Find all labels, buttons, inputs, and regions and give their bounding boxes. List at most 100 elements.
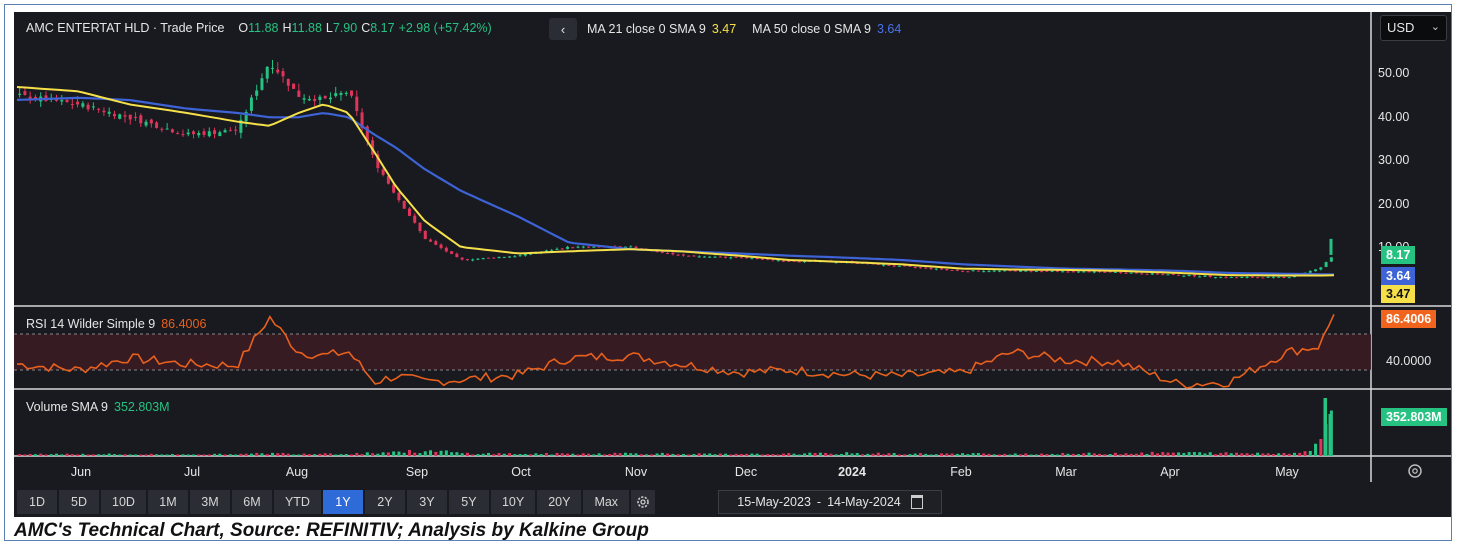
range-button-3y[interactable]: 3Y xyxy=(406,490,447,514)
currency-select[interactable]: USD ⌄ xyxy=(1380,15,1447,41)
candle-body xyxy=(492,257,496,259)
candle xyxy=(376,150,380,173)
candle xyxy=(1271,276,1275,279)
volume-bar xyxy=(118,454,122,456)
candle xyxy=(97,107,101,113)
price-axis: 50.00 40.00 30.00 20.00 10.00 xyxy=(1378,66,1409,254)
candle xyxy=(91,102,95,111)
candle xyxy=(1229,276,1233,279)
candle-body xyxy=(402,200,406,209)
ma21-tag-text: 3.47 xyxy=(1386,287,1411,301)
candle xyxy=(1213,276,1217,279)
candle-body xyxy=(1087,271,1091,273)
candle-body xyxy=(302,98,306,100)
volume-bar xyxy=(244,453,248,456)
volume-bar xyxy=(260,453,264,456)
range-button-max[interactable]: Max xyxy=(583,490,630,514)
volume-bar xyxy=(997,454,1001,456)
time-label-feb: Feb xyxy=(950,465,972,479)
range-button-6m[interactable]: 6M xyxy=(231,490,272,514)
range-button-1y[interactable]: 1Y xyxy=(322,490,363,514)
candle-body xyxy=(91,106,95,108)
candle xyxy=(924,267,928,269)
volume-bar xyxy=(286,453,290,456)
range-button-2y[interactable]: 2Y xyxy=(364,490,405,514)
volume-bar xyxy=(418,453,422,456)
candle xyxy=(328,92,332,104)
volume-bar xyxy=(713,454,717,456)
volume-bar xyxy=(808,452,812,456)
candle-body xyxy=(418,222,422,232)
range-button-5d[interactable]: 5D xyxy=(59,490,99,514)
candle-body xyxy=(1324,262,1328,267)
range-button-10d[interactable]: 10D xyxy=(101,490,146,514)
ma50-value: 3.64 xyxy=(876,22,902,36)
candle xyxy=(434,239,438,246)
volume-bar xyxy=(460,453,464,456)
candle xyxy=(1156,273,1160,275)
volume-bar xyxy=(350,454,354,456)
candle xyxy=(23,88,27,96)
volume-bar xyxy=(213,453,217,456)
volume-bar xyxy=(839,453,843,456)
low-value: 7.90 xyxy=(332,21,358,35)
ma21-line xyxy=(16,86,1335,277)
range-button-1d[interactable]: 1D xyxy=(17,490,57,514)
time-label-may: May xyxy=(1275,465,1299,479)
volume-bar xyxy=(818,452,822,456)
candle xyxy=(244,109,248,128)
ma21-tag: 3.47 xyxy=(1381,285,1416,303)
volume-bar xyxy=(897,454,901,456)
volume-bar xyxy=(70,454,74,456)
candle xyxy=(1198,275,1202,278)
candle-body xyxy=(134,116,138,118)
volume-bar xyxy=(439,450,443,456)
volume-bar xyxy=(128,454,132,456)
volume-bar xyxy=(766,454,770,456)
volume-bar xyxy=(534,453,538,456)
chevron-down-icon: ⌄ xyxy=(1430,21,1440,33)
collapse-legend-button[interactable]: ‹ xyxy=(549,18,577,40)
time-label-apr: Apr xyxy=(1160,465,1179,479)
volume-bar xyxy=(797,454,801,456)
range-button-10y[interactable]: 10Y xyxy=(490,490,536,514)
chart-svg[interactable]: 50.00 40.00 30.00 20.00 10.00 40.0000 Ju… xyxy=(14,12,1451,482)
candle-body xyxy=(729,257,733,259)
volume-bar xyxy=(760,454,764,456)
candle-body xyxy=(955,269,959,271)
candle-body xyxy=(1129,272,1133,274)
volume-bar xyxy=(1024,453,1028,456)
candle xyxy=(350,90,354,98)
range-button-ytd[interactable]: YTD xyxy=(273,490,321,514)
candle-body xyxy=(924,267,928,269)
volume-bar xyxy=(523,453,527,456)
volume-bar xyxy=(803,453,807,456)
range-button-3m[interactable]: 3M xyxy=(189,490,230,514)
range-button-1m[interactable]: 1M xyxy=(147,490,188,514)
settings-icon[interactable] xyxy=(1408,464,1422,478)
price-tick: 40.00 xyxy=(1378,110,1409,124)
volume-bar xyxy=(550,454,554,456)
candle-body xyxy=(1166,274,1170,276)
volume-bar xyxy=(1061,452,1065,456)
candle xyxy=(323,95,327,100)
gear-icon[interactable] xyxy=(631,490,656,514)
candle xyxy=(718,255,722,258)
range-button-5y[interactable]: 5Y xyxy=(448,490,489,514)
candle-body xyxy=(760,258,764,260)
candle xyxy=(1040,270,1044,273)
candle-body xyxy=(339,93,343,96)
candle-body xyxy=(1250,276,1254,278)
date-range-picker[interactable]: 15-May-2023 - 14-May-2024 xyxy=(718,490,942,514)
candle-body xyxy=(265,66,269,79)
volume-bar xyxy=(1240,453,1244,456)
range-button-20y[interactable]: 20Y xyxy=(537,490,582,514)
volume-bar xyxy=(55,453,59,456)
volume-bar xyxy=(455,452,459,456)
candle xyxy=(413,213,417,224)
candle xyxy=(186,128,190,137)
candle-body xyxy=(592,246,596,248)
candle-body xyxy=(1329,238,1333,255)
volume-bar xyxy=(144,454,148,456)
candle xyxy=(571,246,575,249)
